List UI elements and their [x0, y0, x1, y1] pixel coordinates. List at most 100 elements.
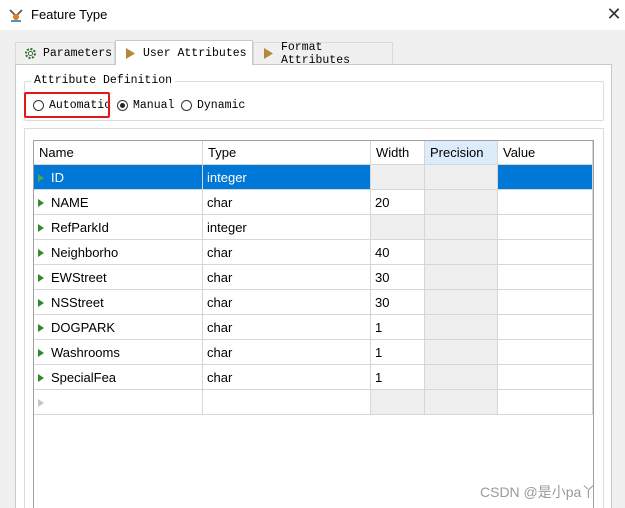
cell-name[interactable]: SpecialFea — [34, 365, 203, 390]
cell-type[interactable] — [203, 390, 371, 415]
cell-name[interactable]: NAME — [34, 190, 203, 215]
arrow-icon — [262, 47, 275, 60]
cell-value[interactable] — [498, 315, 593, 340]
cell-name[interactable]: NSStreet — [34, 290, 203, 315]
tab-parameters[interactable]: Parameters — [15, 42, 115, 64]
cell-type[interactable]: char — [203, 365, 371, 390]
cell-text: ID — [51, 170, 64, 185]
column-header-name[interactable]: Name — [34, 141, 203, 165]
cell-text: Neighborho — [51, 245, 119, 260]
cell-name[interactable]: DOGPARK — [34, 315, 203, 340]
cell-width — [371, 390, 425, 415]
table-row[interactable]: Washrooms char 1 — [34, 340, 593, 365]
cell-value[interactable] — [498, 165, 593, 190]
radio-circle — [181, 99, 192, 111]
cell-name[interactable]: ID — [34, 165, 203, 190]
table-row[interactable]: DOGPARK char 1 — [34, 315, 593, 340]
cell-width — [371, 215, 425, 240]
cell-width[interactable]: 20 — [371, 190, 425, 215]
cell-width[interactable]: 30 — [371, 265, 425, 290]
tab-label: User Attributes — [143, 46, 247, 60]
column-header-precision[interactable]: Precision — [425, 141, 498, 165]
cell-precision — [425, 165, 498, 190]
cell-precision — [425, 365, 498, 390]
cell-name[interactable]: Neighborho — [34, 240, 203, 265]
cell-text: NAME — [51, 195, 89, 210]
cell-value[interactable] — [498, 190, 593, 215]
tab-label: Parameters — [43, 47, 113, 60]
cell-width — [371, 165, 425, 190]
cell-value[interactable] — [498, 215, 593, 240]
fme-feature-type-icon — [8, 7, 24, 23]
cell-width[interactable]: 1 — [371, 365, 425, 390]
cell-name[interactable]: RefParkId — [34, 215, 203, 240]
cell-width[interactable]: 40 — [371, 240, 425, 265]
tab-user-attributes[interactable]: User Attributes — [115, 40, 253, 65]
window-title: Feature Type — [31, 7, 108, 22]
attribute-definition-label: Attribute Definition — [31, 74, 176, 87]
row-marker-icon — [38, 348, 44, 357]
table-row[interactable]: Neighborho char 40 — [34, 240, 593, 265]
cell-type[interactable]: char — [203, 190, 371, 215]
cell-value[interactable] — [498, 390, 593, 415]
row-marker-icon — [38, 223, 44, 232]
cell-type[interactable]: char — [203, 265, 371, 290]
cell-name[interactable]: EWStreet — [34, 265, 203, 290]
cell-type[interactable]: char — [203, 240, 371, 265]
cell-text: SpecialFea — [51, 370, 117, 385]
tab-format-attributes[interactable]: Format Attributes — [253, 40, 393, 67]
table-row-new[interactable] — [34, 390, 593, 415]
cell-value[interactable] — [498, 290, 593, 315]
table-row[interactable]: EWStreet char 30 — [34, 265, 593, 290]
radio-label: Dynamic — [197, 98, 246, 112]
cell-type[interactable]: integer — [203, 215, 371, 240]
row-marker-icon — [38, 298, 44, 307]
cell-width[interactable]: 30 — [371, 290, 425, 315]
table-row[interactable]: RefParkId integer — [34, 215, 593, 240]
cell-type[interactable]: char — [203, 315, 371, 340]
new-row-marker-icon — [38, 398, 44, 407]
table-row[interactable]: NSStreet char 30 — [34, 290, 593, 315]
arrow-icon — [124, 47, 137, 60]
column-header-type[interactable]: Type — [203, 141, 371, 165]
cell-text: DOGPARK — [51, 320, 116, 335]
table-row[interactable]: NAME char 20 — [34, 190, 593, 215]
gear-icon — [24, 47, 37, 60]
cell-name[interactable]: Washrooms — [34, 340, 203, 365]
cell-value[interactable] — [498, 365, 593, 390]
table-row[interactable]: SpecialFea char 1 — [34, 365, 593, 390]
radio-circle — [117, 99, 128, 111]
cell-width[interactable]: 1 — [371, 340, 425, 365]
close-icon[interactable]: ✕ — [604, 4, 624, 24]
cell-precision — [425, 340, 498, 365]
cell-precision — [425, 215, 498, 240]
row-marker-icon — [38, 173, 44, 182]
cell-width[interactable]: 1 — [371, 315, 425, 340]
highlight-box — [24, 92, 110, 118]
cell-precision — [425, 190, 498, 215]
cell-type[interactable]: char — [203, 290, 371, 315]
row-marker-icon — [38, 373, 44, 382]
radio-label: Manual — [133, 98, 175, 112]
row-marker-icon — [38, 198, 44, 207]
cell-precision — [425, 240, 498, 265]
cell-type[interactable]: char — [203, 340, 371, 365]
cell-text: EWStreet — [51, 270, 107, 285]
cell-text: Washrooms — [51, 345, 120, 360]
column-header-width[interactable]: Width — [371, 141, 425, 165]
cell-precision — [425, 390, 498, 415]
radio-manual[interactable]: Manual — [117, 97, 174, 113]
table-row[interactable]: ID integer — [34, 165, 593, 190]
cell-precision — [425, 265, 498, 290]
cell-type[interactable]: integer — [203, 165, 371, 190]
cell-precision — [425, 315, 498, 340]
column-header-value[interactable]: Value — [498, 141, 593, 165]
cell-value[interactable] — [498, 340, 593, 365]
row-marker-icon — [38, 248, 44, 257]
radio-dynamic[interactable]: Dynamic — [181, 97, 245, 113]
cell-value[interactable] — [498, 265, 593, 290]
cell-name[interactable] — [34, 390, 203, 415]
cell-text: RefParkId — [51, 220, 109, 235]
tab-label: Format Attributes — [281, 40, 351, 67]
cell-value[interactable] — [498, 240, 593, 265]
